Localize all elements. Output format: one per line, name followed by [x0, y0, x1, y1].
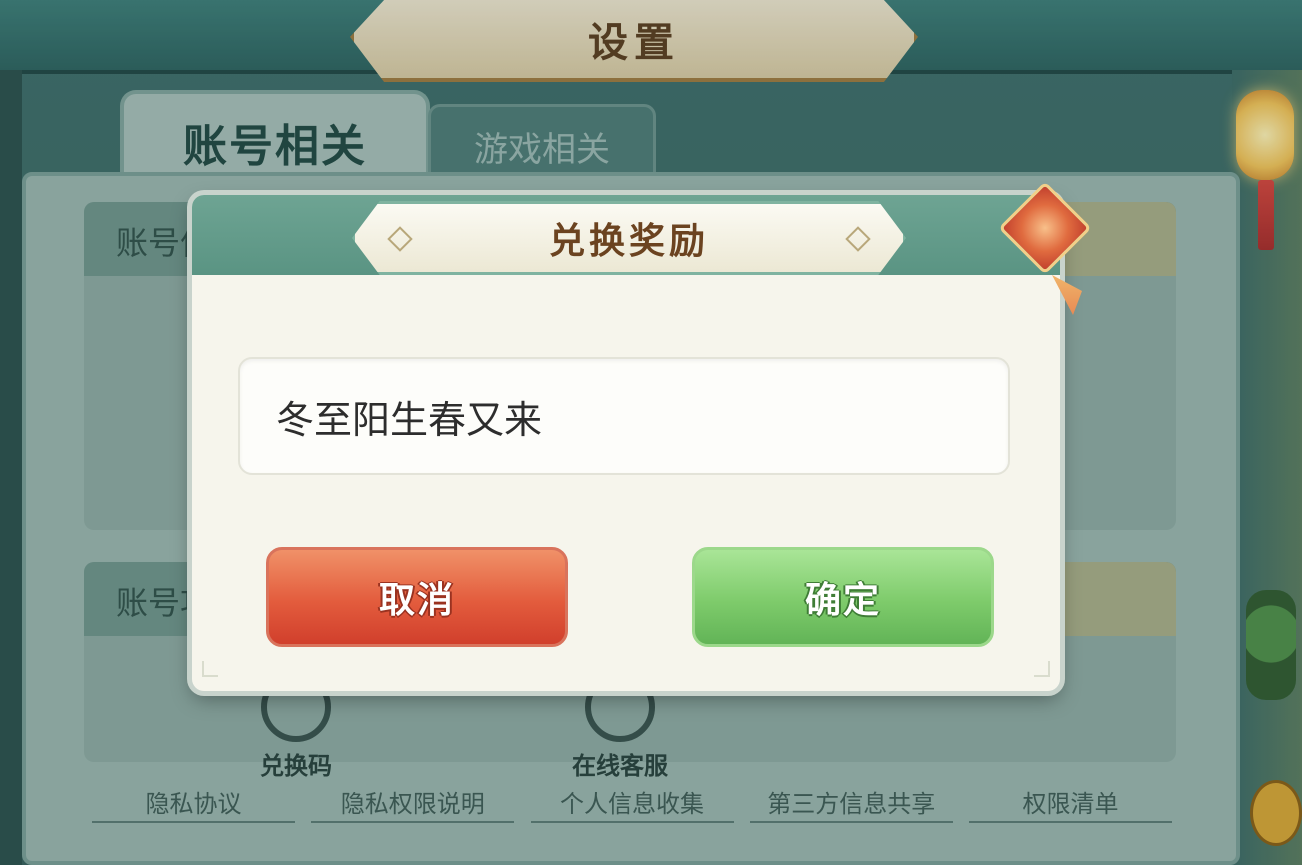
diamond-ornament-icon [845, 226, 871, 252]
dialog-title-plaque: 兑换奖励 [352, 201, 906, 275]
dialog-header: 兑换奖励 [192, 195, 1060, 275]
diamond-ornament-icon [387, 226, 413, 252]
dialog-title: 兑换奖励 [548, 221, 709, 262]
corner-ornament [202, 661, 218, 677]
cancel-button[interactable]: 取消 [266, 547, 568, 647]
corner-ornament [1034, 661, 1050, 677]
confirm-button[interactable]: 确定 [692, 547, 994, 647]
redeem-dialog: 兑换奖励 冬至阳生春又来 取消 确定 [192, 181, 1092, 691]
redeem-code-input[interactable]: 冬至阳生春又来 [238, 357, 1010, 475]
